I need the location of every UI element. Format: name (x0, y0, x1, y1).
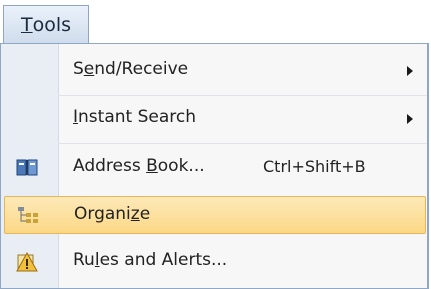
menu-bar: Tools (0, 0, 431, 44)
organize-label: Organize (74, 204, 151, 224)
submenu-arrow-icon (407, 66, 413, 76)
menu-item-instant-search[interactable]: Instant Search (4, 100, 426, 138)
tools-dropdown-menu: Send/Receive Instant Search Address Book… (0, 43, 429, 289)
menu-item-organize[interactable]: Organize (4, 196, 426, 234)
rules-alerts-icon (16, 251, 38, 272)
send-receive-label: Send/Receive (73, 59, 189, 79)
tools-menu-label: ools (32, 14, 72, 36)
instant-search-label: Instant Search (73, 107, 196, 127)
address-book-shortcut: Ctrl+Shift+B (263, 157, 366, 176)
tools-menu-mnemonic: T (20, 14, 33, 36)
menu-separator (58, 95, 427, 96)
rules-and-alerts-label: Rules and Alerts... (73, 250, 228, 270)
organize-icon (18, 207, 38, 223)
tools-menu[interactable]: Tools (3, 5, 89, 44)
menu-item-rules-and-alerts[interactable]: Rules and Alerts... (4, 243, 426, 281)
menu-separator (58, 143, 427, 144)
menu-item-address-book[interactable]: Address Book... Ctrl+Shift+B (4, 149, 426, 187)
submenu-arrow-icon (407, 114, 413, 124)
menu-item-send-receive[interactable]: Send/Receive (4, 52, 426, 90)
address-book-icon (16, 159, 38, 176)
address-book-label: Address Book... (73, 156, 205, 176)
